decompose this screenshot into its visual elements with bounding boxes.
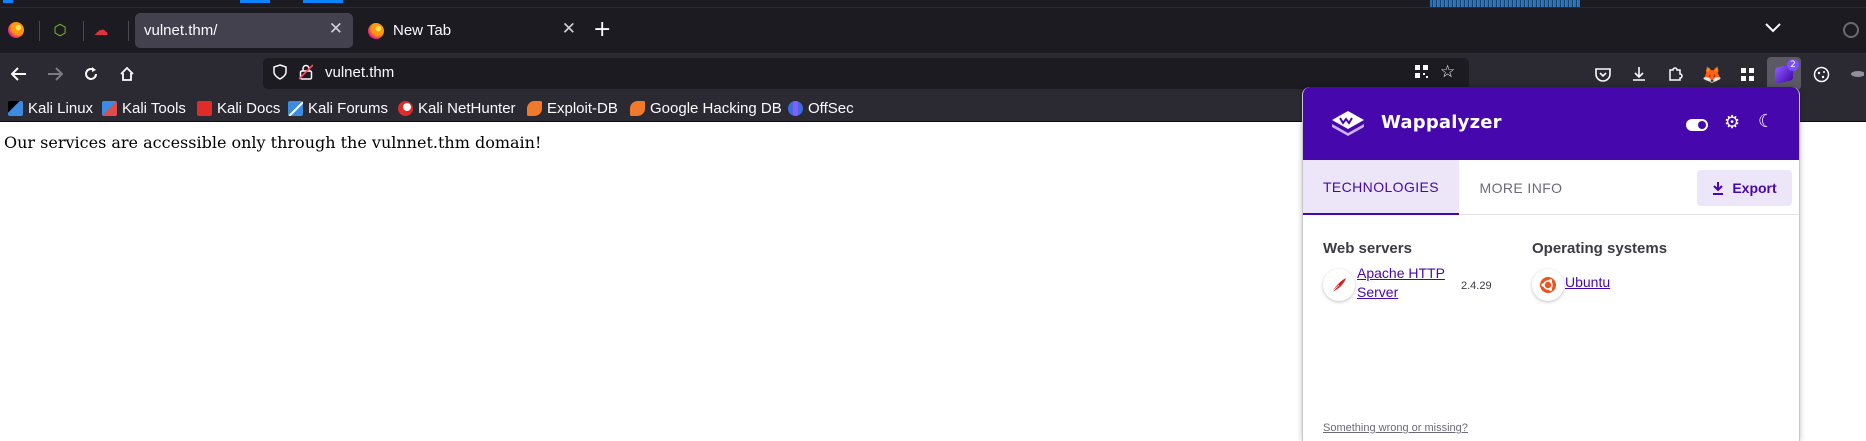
settings-gear-icon[interactable]: ⚙ (1724, 112, 1740, 133)
wappalyzer-extension-button[interactable]: 2 (1767, 57, 1801, 90)
tab-more-info[interactable]: MORE INFO (1459, 160, 1583, 215)
strip-marker (3, 0, 13, 3)
category-web-servers: Web servers (1323, 240, 1412, 257)
menu-overflow-icon[interactable] (1845, 61, 1866, 87)
strip-marker (303, 0, 343, 3)
kali-tools-icon (102, 100, 117, 116)
tab-separator (128, 21, 129, 41)
url-text[interactable]: vulnet.thm (325, 64, 394, 81)
offsec-icon (788, 100, 803, 116)
extension-grid-icon[interactable] (1734, 61, 1760, 87)
home-button[interactable] (114, 61, 140, 87)
tech-name-line: Server (1357, 284, 1399, 300)
tab-new-tab[interactable]: New Tab ✕ (358, 13, 586, 48)
reload-icon (85, 67, 97, 80)
cloud-icon: ☁ (93, 21, 109, 39)
export-button[interactable]: Export (1697, 170, 1792, 206)
dark-mode-moon-icon[interactable]: ☾ (1758, 111, 1774, 132)
ubuntu-icon (1532, 269, 1564, 301)
tab-separator (39, 21, 40, 41)
page-message: Our services are accessible only through… (4, 133, 542, 152)
export-label: Export (1732, 180, 1777, 196)
close-icon[interactable]: ✕ (562, 19, 576, 39)
pinned-tab-cloud[interactable]: ☁ (88, 17, 114, 43)
kali-nethunter-icon (398, 100, 413, 116)
kali-dragon-icon (8, 100, 23, 116)
bookmark-google-hacking-db[interactable]: Google Hacking DB (630, 98, 782, 118)
bookmark-label: Exploit-DB (547, 99, 618, 117)
bookmark-label: Kali Tools (122, 99, 186, 117)
tab-title: vulnet.thm/ (144, 22, 218, 39)
google-hacking-db-icon (630, 100, 645, 116)
popup-tabs: TECHNOLOGIES MORE INFO Export (1303, 160, 1799, 215)
bookmark-kali-docs[interactable]: Kali Docs (197, 98, 280, 118)
report-missing-link[interactable]: Something wrong or missing? (1323, 422, 1468, 434)
download-icon (1713, 182, 1724, 195)
forward-arrow-icon (48, 67, 63, 81)
foxyproxy-icon[interactable]: 🦊 (1699, 61, 1725, 87)
lock-insecure-icon[interactable] (298, 64, 314, 84)
pocket-icon[interactable] (1590, 61, 1616, 87)
tech-link-ubuntu[interactable]: Ubuntu (1565, 273, 1610, 292)
firefox-icon (368, 22, 384, 39)
bookmark-label: Kali Linux (28, 99, 94, 117)
bookmark-label: Kali Forums (308, 99, 389, 117)
wappalyzer-popup: Wappalyzer ⚙ ☾ TECHNOLOGIES MORE INFO Ex… (1302, 87, 1800, 441)
bookmark-kali-nethunter[interactable]: Kali NetHunter (398, 98, 516, 118)
activity-graph (1430, 0, 1580, 7)
exploit-db-icon (527, 100, 542, 116)
firefox-icon (8, 22, 24, 38)
forward-button[interactable] (42, 61, 68, 87)
bookmark-label: Kali Docs (217, 99, 281, 117)
bookmark-exploit-db[interactable]: Exploit-DB (527, 98, 618, 118)
bookmark-label: Google Hacking DB (650, 99, 782, 117)
wappalyzer-brand: Wappalyzer (1381, 112, 1502, 133)
extension-badge: 2 (1787, 59, 1799, 71)
bookmark-kali-forums[interactable]: Kali Forums (288, 98, 388, 118)
bookmark-offsec[interactable]: OffSec (788, 98, 854, 118)
popup-header: Wappalyzer ⚙ ☾ (1303, 87, 1799, 160)
back-button[interactable] (6, 61, 32, 87)
tech-link-apache[interactable]: Apache HTTP Server (1357, 264, 1445, 302)
window-control-icon[interactable] (1843, 22, 1859, 38)
extensions-puzzle-icon[interactable] (1662, 61, 1688, 87)
bookmark-label: Kali NetHunter (418, 99, 516, 117)
pinned-tab-cube[interactable]: ⬡ (47, 17, 73, 43)
apache-feather-icon (1323, 269, 1355, 301)
enable-toggle[interactable] (1686, 119, 1708, 131)
downloads-icon[interactable] (1626, 61, 1652, 87)
category-operating-systems: Operating systems (1532, 240, 1668, 257)
close-icon[interactable]: ✕ (329, 19, 343, 39)
pinned-tab-firefox[interactable] (3, 17, 29, 43)
bookmark-label: OffSec (808, 99, 854, 117)
bookmark-kali-linux[interactable]: Kali Linux (8, 98, 93, 118)
bookmark-kali-tools[interactable]: Kali Tools (102, 98, 186, 118)
cookie-icon[interactable] (1808, 61, 1834, 87)
url-bar[interactable]: vulnet.thm ☆ (263, 58, 1469, 89)
tech-name-line: Apache HTTP (1357, 265, 1445, 281)
strip-marker (240, 0, 270, 3)
top-strip (0, 0, 1866, 8)
tab-bar: ⬡ ☁ vulnet.thm/ ✕ New Tab ✕ + (0, 8, 1866, 53)
bookmark-star-icon[interactable]: ☆ (1440, 62, 1455, 82)
home-icon (120, 66, 134, 81)
wappalyzer-logo-icon (1332, 111, 1364, 136)
chevron-down-icon[interactable] (1765, 18, 1781, 37)
cube-icon: ⬡ (53, 21, 67, 39)
tab-title: New Tab (393, 22, 452, 39)
qr-code-icon[interactable] (1414, 64, 1429, 83)
back-arrow-icon (11, 67, 26, 81)
tab-separator (83, 21, 84, 41)
tab-vulnet[interactable]: vulnet.thm/ ✕ (135, 13, 353, 48)
tab-technologies[interactable]: TECHNOLOGIES (1303, 160, 1459, 215)
reload-button[interactable] (78, 61, 104, 87)
kali-forums-icon (288, 100, 303, 116)
shield-icon[interactable] (273, 64, 287, 84)
new-tab-button[interactable]: + (593, 17, 611, 42)
tech-version: 2.4.29 (1461, 280, 1492, 292)
kali-docs-icon (197, 100, 212, 116)
